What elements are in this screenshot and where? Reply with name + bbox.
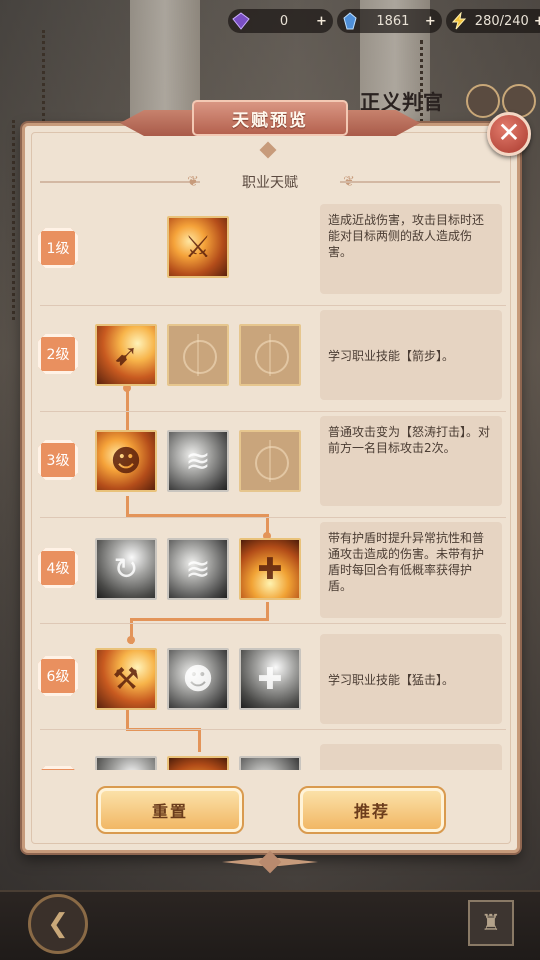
axe-icon[interactable]: [466, 84, 500, 118]
talent-row-level-2: 2级 ➹ 学习职业技能【箭步】。: [30, 306, 506, 412]
energy-count: 280/240: [474, 13, 529, 29]
purple-gem-icon: [232, 12, 250, 30]
close-icon[interactable]: ✕: [487, 112, 531, 156]
roaring-head-icon: ☻: [182, 661, 214, 697]
currency-gem: 0 +: [228, 9, 333, 33]
dialog-bottom-ornament: [222, 850, 318, 886]
roaring-head-icon: ☻: [110, 443, 142, 479]
talent-row-level-6: 6级 ⚒ ☻ ✚ 学习职业技能【猛击】。: [30, 624, 506, 730]
level-badge: 3级: [38, 440, 78, 480]
sword-slash-icon: ⚔: [184, 229, 212, 265]
running-figure-icon: ➹: [113, 337, 139, 373]
shield-buff-skill-icon-locked[interactable]: ✚: [239, 648, 301, 710]
hammer-icon: ⚒: [112, 661, 140, 697]
add-gem-button[interactable]: +: [316, 14, 327, 29]
empty-talent-slot[interactable]: [239, 430, 301, 492]
currency-bar: 0 + 1861 + 280/240 +: [228, 8, 540, 34]
talent-row-partial: [30, 730, 506, 770]
talent-skill-icon[interactable]: [167, 756, 229, 770]
level-badge: 6级: [38, 656, 78, 696]
claw-slash-skill-icon[interactable]: ≋: [167, 430, 229, 492]
talent-description: 造成近战伤害，攻击目标时还能对目标两侧的敌人造成伤害。: [320, 204, 502, 294]
lightning-energy-icon: [451, 12, 466, 30]
claw-slash-skill-icon[interactable]: ≋: [167, 538, 229, 600]
claw-marks-icon: ≋: [185, 551, 211, 587]
banner-icon[interactable]: ♜: [468, 900, 514, 946]
divider-line: [340, 181, 500, 183]
talent-description: 带有护盾时提升异常抗性和普通攻击造成的伤害。未带有护盾时每回合有低概率获得护盾。: [320, 522, 502, 618]
gem-count: 0: [279, 13, 289, 29]
roar-strike-skill-icon-locked[interactable]: ☻: [167, 648, 229, 710]
claw-marks-icon: ≋: [185, 443, 211, 479]
section-header: ❦ 职业天赋 ❦: [40, 172, 500, 192]
smash-skill-icon[interactable]: ⚒: [95, 648, 157, 710]
chain-decoration: [12, 120, 20, 320]
add-energy-button[interactable]: +: [534, 14, 540, 29]
talent-description: [320, 744, 502, 770]
add-crystal-button[interactable]: +: [425, 14, 436, 29]
level-badge: 2级: [38, 334, 78, 374]
glowing-figure-icon: ✚: [257, 551, 283, 587]
glowing-figure-icon: ✚: [257, 661, 283, 697]
talent-description: 学习职业技能【猛击】。: [320, 634, 502, 724]
section-title: 职业天赋: [242, 175, 298, 191]
reset-button[interactable]: 重置: [96, 786, 244, 834]
talent-skill-icon[interactable]: [95, 756, 157, 770]
dialog-title-ribbon: 天赋预览: [120, 98, 420, 144]
chain-decoration: [420, 40, 428, 130]
dialog-title: 天赋预览: [192, 100, 348, 136]
recommend-button[interactable]: 推荐: [298, 786, 446, 834]
blue-crystal-icon: [343, 12, 357, 30]
divider-line: [40, 181, 200, 183]
talent-row-level-1: 1级 ⚔ 造成近战伤害，攻击目标时还能对目标两侧的敌人造成伤害。: [30, 200, 506, 306]
currency-crystal: 1861 +: [336, 9, 442, 33]
talent-list[interactable]: 1级 ⚔ 造成近战伤害，攻击目标时还能对目标两侧的敌人造成伤害。 2级 ➹ 学习…: [30, 196, 506, 770]
melee-cleave-skill-icon[interactable]: ⚔: [167, 216, 229, 278]
talent-description: 学习职业技能【箭步】。: [320, 310, 502, 400]
empty-talent-slot[interactable]: [239, 324, 301, 386]
ornament-diamond: [258, 850, 282, 874]
talent-row-level-3: 3级 ☻ ≋ 普通攻击变为【怒涛打击】。对前方一名目标攻击2次。: [30, 412, 506, 518]
dash-step-skill-icon[interactable]: ➹: [95, 324, 157, 386]
level-badge: 4级: [38, 548, 78, 588]
talent-description: 普通攻击变为【怒涛打击】。对前方一名目标攻击2次。: [320, 416, 502, 506]
level-badge: 1级: [38, 228, 78, 268]
talent-skill-icon[interactable]: [239, 756, 301, 770]
level-badge: [38, 766, 78, 770]
shield-buff-skill-icon[interactable]: ✚: [239, 538, 301, 600]
back-arrow-icon[interactable]: ❮: [28, 894, 88, 954]
crystal-count: 1861: [376, 13, 410, 29]
talent-row-level-4: 4级 ↻ ≋ ✚ 带有护盾时提升异常抗性和普通攻击造成的伤害。未带有护盾时每回合…: [30, 518, 506, 624]
roar-strike-skill-icon[interactable]: ☻: [95, 430, 157, 492]
swirl-slash-icon: ↻: [113, 551, 139, 587]
whirl-strike-skill-icon[interactable]: ↻: [95, 538, 157, 600]
empty-talent-slot[interactable]: [167, 324, 229, 386]
currency-energy: 280/240 +: [445, 9, 540, 33]
